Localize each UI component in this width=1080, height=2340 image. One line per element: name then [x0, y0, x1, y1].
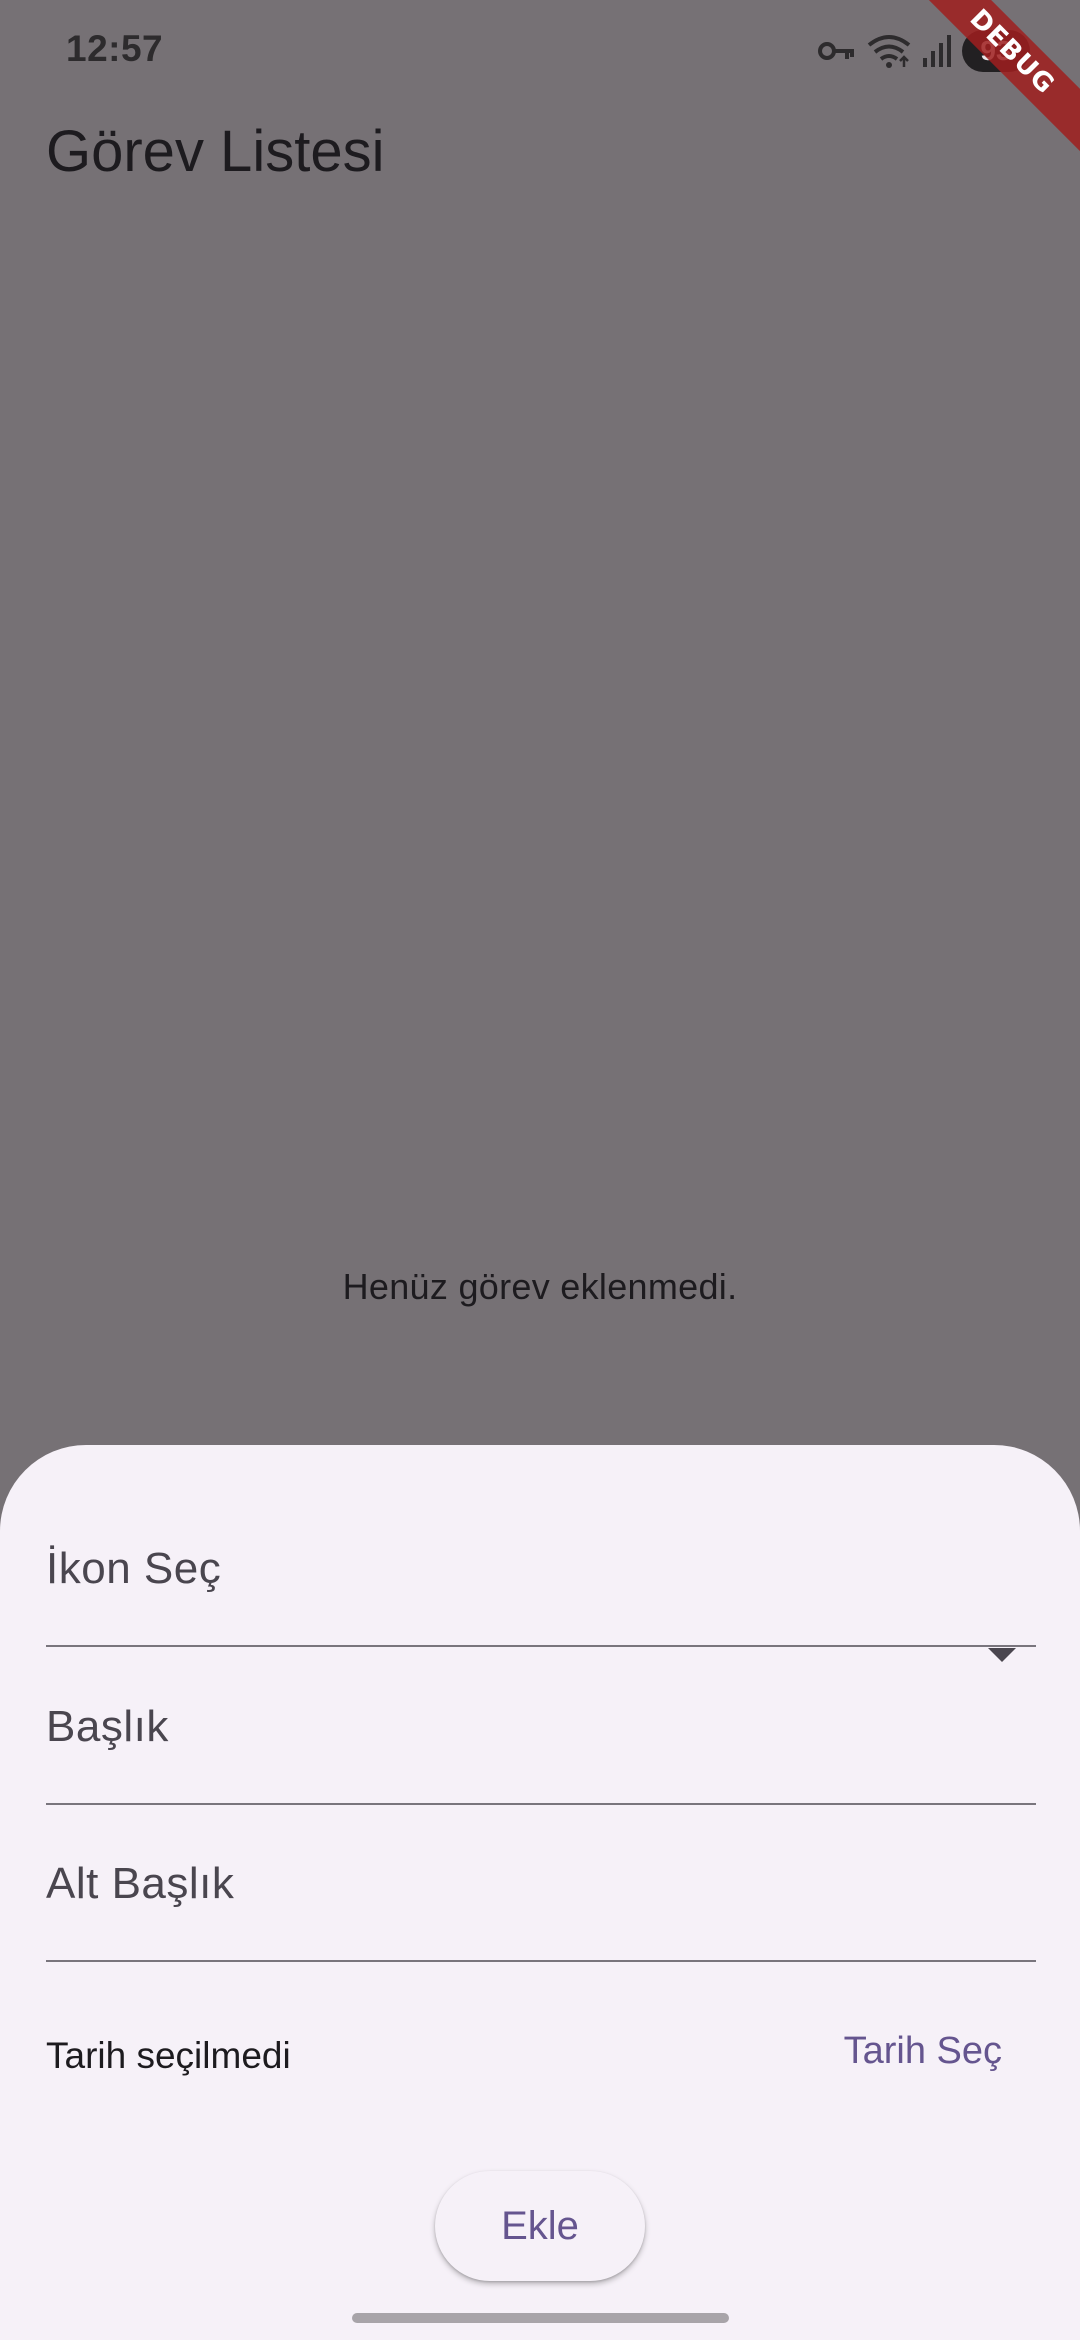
- wifi-icon: [866, 33, 912, 69]
- empty-state-message: Henüz görev eklenmedi.: [342, 1266, 738, 1307]
- title-field[interactable]: Başlık: [46, 1670, 1036, 1805]
- signal-icon: [922, 34, 952, 68]
- subtitle-field-label: Alt Başlık: [46, 1859, 235, 1908]
- title-field-label: Başlık: [46, 1702, 169, 1751]
- icon-select-dropdown[interactable]: İkon Seç: [46, 1510, 1036, 1662]
- select-date-button[interactable]: Tarih Seç: [844, 2030, 1002, 2073]
- vpn-key-icon: [818, 39, 856, 63]
- debug-banner: DEBUG: [904, 0, 1080, 160]
- icon-select-label: İkon Seç: [46, 1544, 222, 1593]
- date-status-text: Tarih seçilmedi: [46, 2035, 291, 2076]
- status-time: 12:57: [66, 28, 164, 69]
- home-indicator[interactable]: [352, 2313, 729, 2323]
- subtitle-field[interactable]: Alt Başlık: [46, 1827, 1036, 1962]
- page-title: Görev Listesi: [46, 119, 385, 184]
- add-button[interactable]: Ekle: [435, 2171, 645, 2281]
- arrow-drop-down-icon: [988, 1648, 1016, 1662]
